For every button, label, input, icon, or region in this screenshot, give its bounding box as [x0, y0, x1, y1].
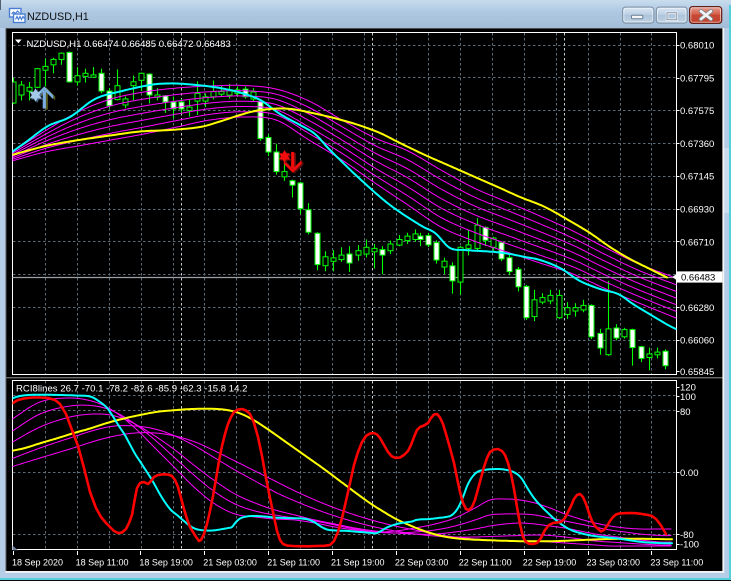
svg-text:80: 80 [680, 407, 691, 418]
svg-text:23 Sep 03:00: 23 Sep 03:00 [587, 558, 641, 568]
svg-text:-100: -100 [680, 540, 699, 551]
svg-text:0.66280: 0.66280 [680, 303, 714, 314]
svg-text:0.66483: 0.66483 [681, 273, 715, 284]
svg-text:0.67360: 0.67360 [680, 139, 714, 150]
svg-text:NZDUSD,H1: NZDUSD,H1 [27, 11, 89, 23]
svg-text:RCI8lines 26.7 -70.1 -78.2 -82: RCI8lines 26.7 -70.1 -78.2 -82.6 -85.9 -… [16, 384, 247, 395]
svg-text:100: 100 [680, 392, 696, 403]
svg-text:0.67575: 0.67575 [680, 106, 714, 117]
svg-text:0.66060: 0.66060 [680, 336, 714, 347]
svg-text:18 Sep 2020: 18 Sep 2020 [12, 558, 63, 568]
svg-text:18 Sep 11:00: 18 Sep 11:00 [76, 558, 129, 568]
svg-text:21 Sep 19:00: 21 Sep 19:00 [331, 558, 385, 568]
svg-text:NZDUSD,H1 0.66474 0.66485 0.6: NZDUSD,H1 0.66474 0.66485 0.66472 0.6648… [27, 39, 231, 50]
svg-text:0.66710: 0.66710 [680, 237, 714, 248]
svg-text:21 Sep 03:00: 21 Sep 03:00 [203, 558, 257, 568]
svg-text:23 Sep 11:00: 23 Sep 11:00 [650, 558, 703, 568]
svg-text:22 Sep 19:00: 22 Sep 19:00 [523, 558, 577, 568]
svg-text:18 Sep 19:00: 18 Sep 19:00 [139, 558, 193, 568]
svg-text:0.67145: 0.67145 [680, 172, 714, 183]
svg-text:0.67795: 0.67795 [680, 73, 714, 84]
svg-text:0.00: 0.00 [680, 468, 699, 479]
svg-text:0.68010: 0.68010 [680, 41, 714, 52]
svg-text:22 Sep 11:00: 22 Sep 11:00 [459, 558, 512, 568]
svg-text:0.65845: 0.65845 [680, 367, 714, 378]
svg-text:0.66930: 0.66930 [680, 205, 714, 216]
svg-text:22 Sep 03:00: 22 Sep 03:00 [395, 558, 449, 568]
svg-text:21 Sep 11:00: 21 Sep 11:00 [267, 558, 320, 568]
